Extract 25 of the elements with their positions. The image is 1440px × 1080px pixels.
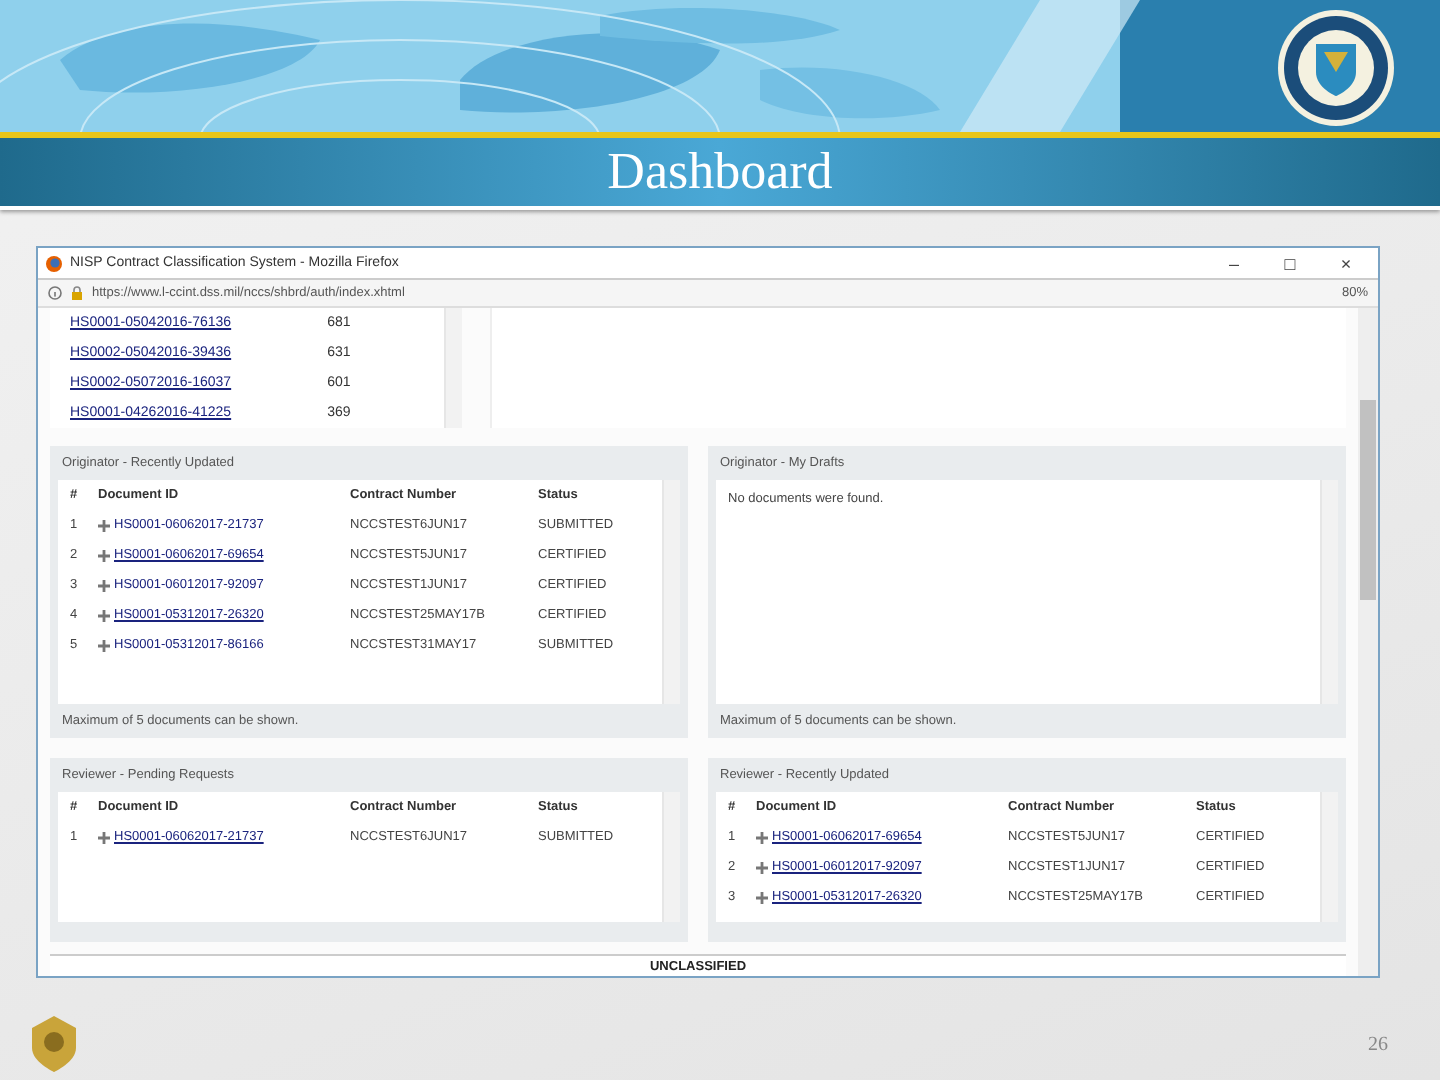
plus-icon xyxy=(756,831,768,843)
scrollbar[interactable] xyxy=(1358,308,1378,976)
window-control[interactable]: – xyxy=(1210,253,1258,273)
seal-icon xyxy=(1276,8,1396,128)
plus-icon xyxy=(98,831,110,843)
plus-icon xyxy=(98,549,110,561)
plus-icon xyxy=(756,861,768,873)
plus-icon xyxy=(98,579,110,591)
info-icon xyxy=(48,286,62,300)
page-number: 26 xyxy=(1368,1033,1388,1055)
badge-icon xyxy=(32,1016,76,1072)
plus-icon xyxy=(756,891,768,903)
scrollbar[interactable] xyxy=(1320,480,1338,704)
scrollbar[interactable] xyxy=(1320,792,1338,922)
window-control[interactable]: □ xyxy=(1266,253,1314,273)
browser-logo-icon xyxy=(46,255,62,271)
plus-icon xyxy=(98,519,110,531)
scrollbar[interactable] xyxy=(444,308,462,428)
plus-icon xyxy=(98,609,110,621)
plus-icon xyxy=(98,639,110,651)
scrollbar[interactable] xyxy=(662,792,680,922)
slide-title: Dashboard xyxy=(607,142,833,202)
lock-icon xyxy=(70,286,84,300)
window-control[interactable]: × xyxy=(1322,253,1370,273)
scrollbar[interactable] xyxy=(662,480,680,704)
